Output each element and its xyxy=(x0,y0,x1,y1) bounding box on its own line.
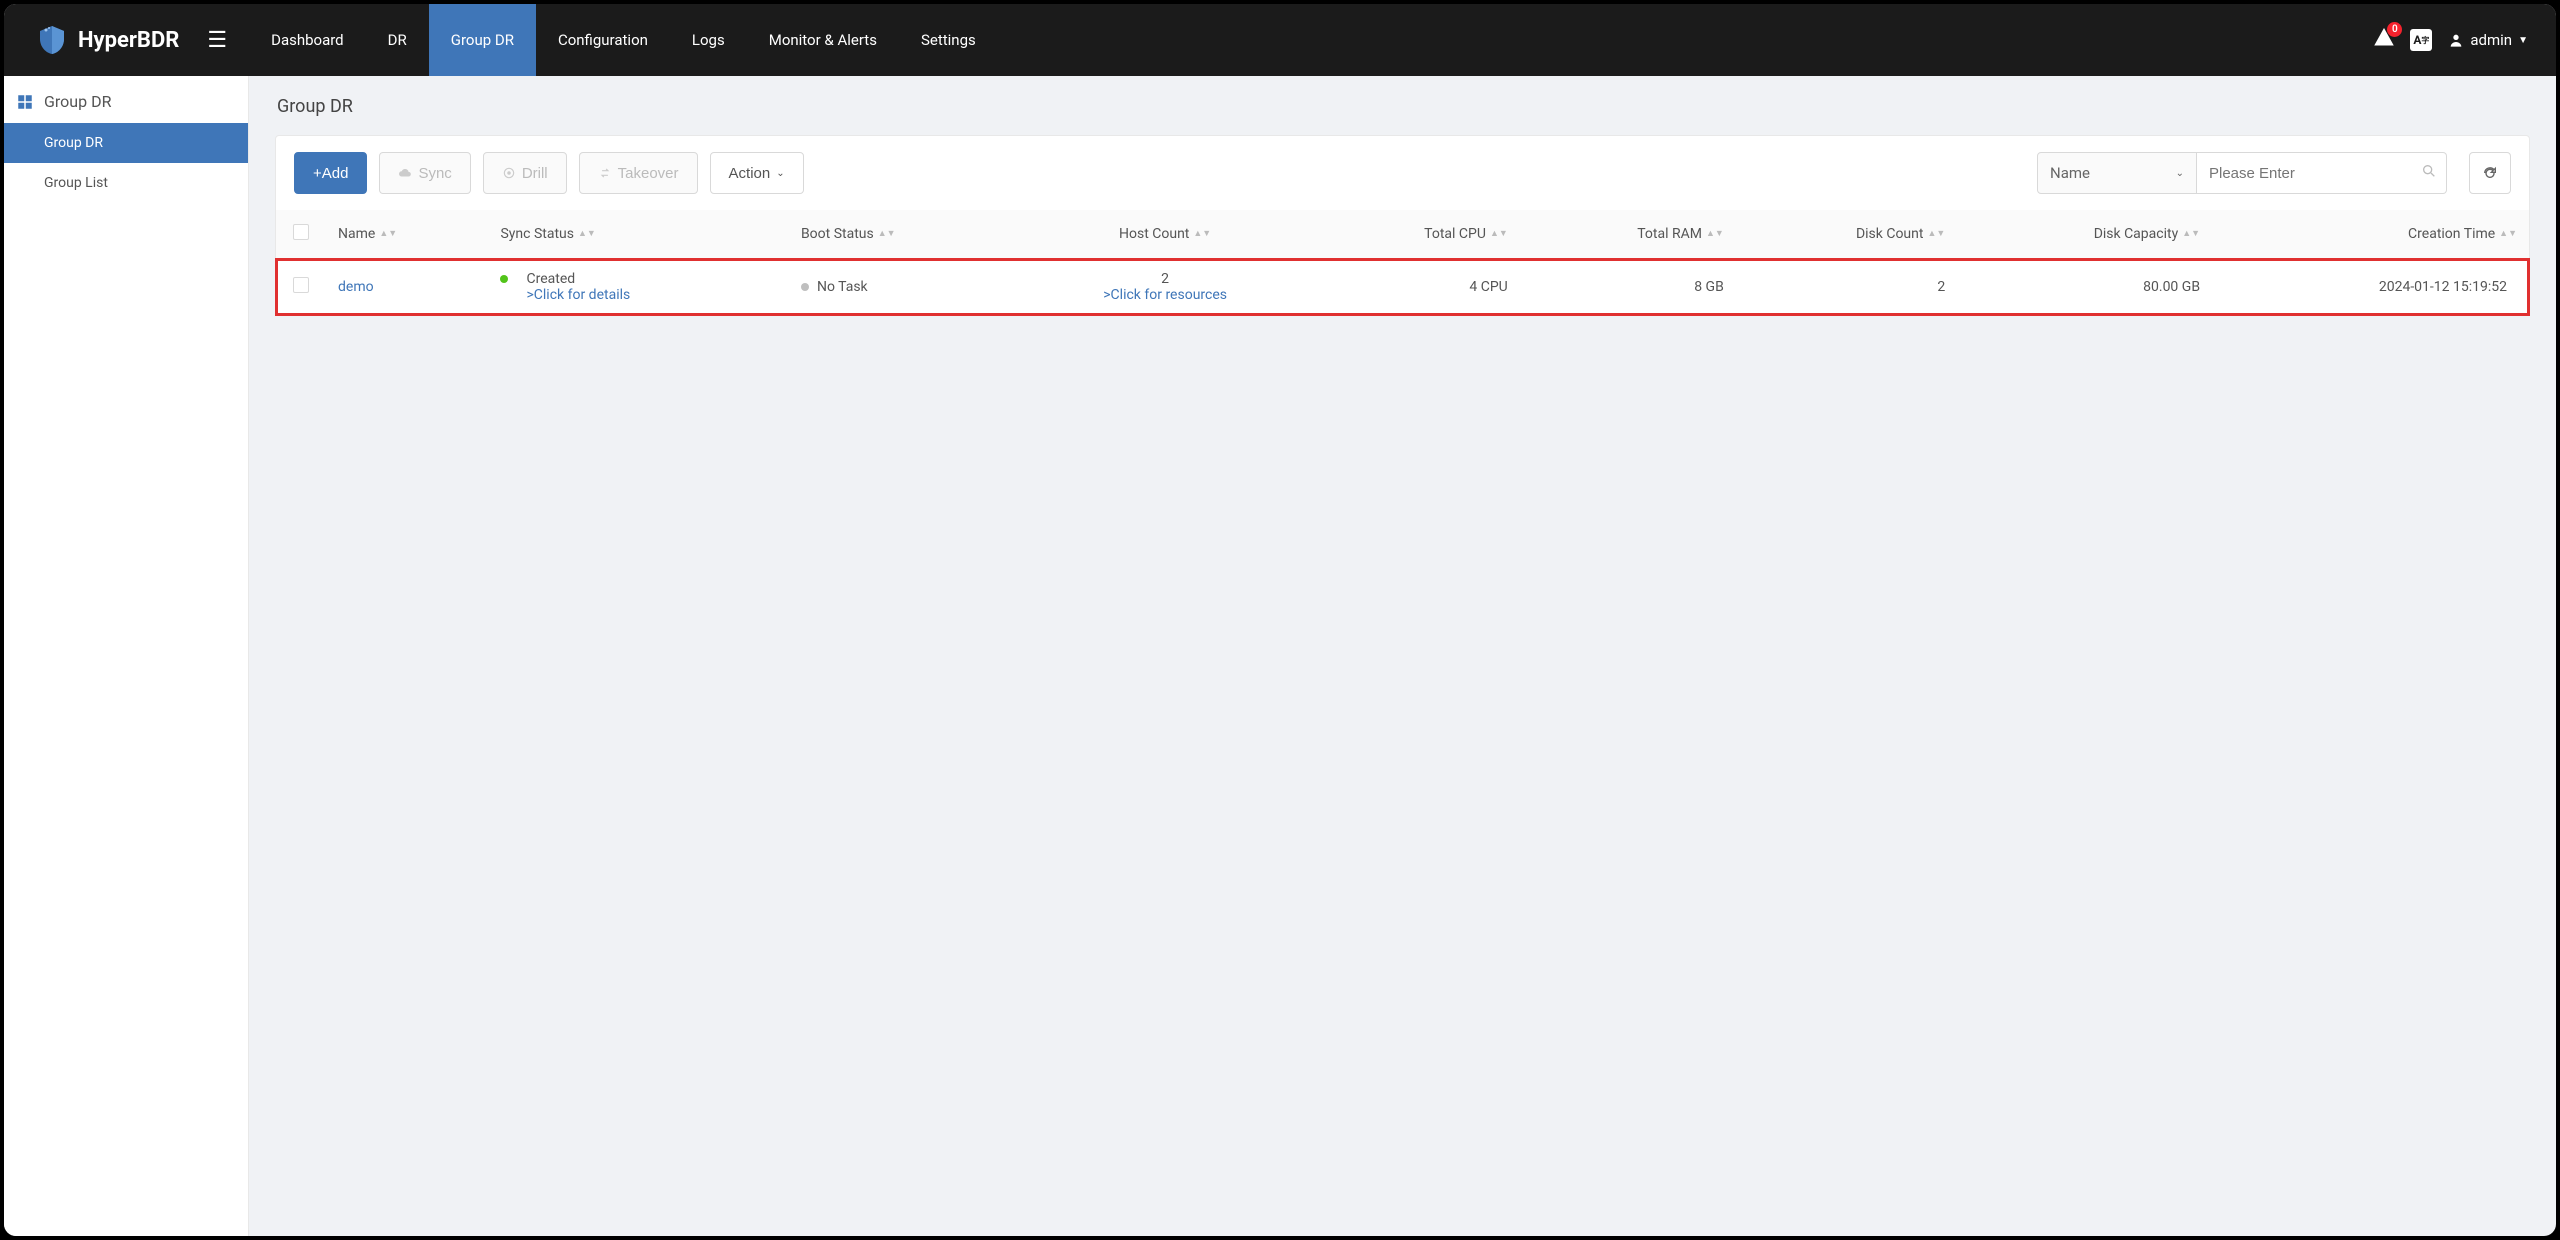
boot-status-text: No Task xyxy=(817,279,868,295)
nav-right: 0 A字 admin ▼ xyxy=(2374,28,2556,52)
refresh-icon xyxy=(2482,165,2498,181)
action-label: Action xyxy=(729,165,771,182)
refresh-button[interactable] xyxy=(2469,152,2511,194)
col-total-ram[interactable]: Total RAM▲▼ xyxy=(1520,210,1736,259)
nav-group-dr[interactable]: Group DR xyxy=(429,4,536,76)
chevron-down-icon: ▼ xyxy=(2518,35,2528,46)
chevron-down-icon: ⌄ xyxy=(2176,168,2184,179)
col-total-cpu[interactable]: Total CPU▲▼ xyxy=(1310,210,1520,259)
col-name[interactable]: Name▲▼ xyxy=(326,210,488,259)
add-button[interactable]: +Add xyxy=(294,152,367,194)
alerts-button[interactable]: 0 xyxy=(2374,28,2394,52)
sync-status-cell: Created >Click for details xyxy=(500,271,776,303)
search-input[interactable] xyxy=(2197,152,2447,194)
sidebar-heading: Group DR xyxy=(4,76,248,123)
sidebar-item-group-dr[interactable]: Group DR xyxy=(4,123,248,163)
status-dot-icon xyxy=(500,275,508,283)
sort-icon: ▲▼ xyxy=(1193,232,1211,237)
col-boot-status[interactable]: Boot Status▲▼ xyxy=(789,210,1021,259)
creation-time-value: 2024-01-12 15:19:52 xyxy=(2212,259,2529,316)
hamburger-icon[interactable]: ☰ xyxy=(207,28,227,53)
user-menu[interactable]: admin ▼ xyxy=(2448,31,2528,49)
nav-monitor-alerts[interactable]: Monitor & Alerts xyxy=(747,4,899,76)
search-group: Name ⌄ xyxy=(2037,152,2447,194)
sync-button[interactable]: Sync xyxy=(379,152,470,194)
table-row[interactable]: demo Created >Click for details xyxy=(276,259,2529,316)
disk-capacity-value: 80.00 GB xyxy=(1957,259,2212,316)
col-disk-count[interactable]: Disk Count▲▼ xyxy=(1736,210,1958,259)
sidebar-heading-label: Group DR xyxy=(44,92,111,111)
brand-name: HyperBDR xyxy=(78,28,179,53)
select-all-checkbox[interactable] xyxy=(293,224,309,240)
nav-configuration[interactable]: Configuration xyxy=(536,4,670,76)
toolbar: +Add Sync Drill Takeover Action xyxy=(276,136,2529,210)
col-host-count[interactable]: Host Count▲▼ xyxy=(1021,210,1310,259)
sync-status-text: Created xyxy=(526,271,630,287)
col-sync-status[interactable]: Sync Status▲▼ xyxy=(488,210,788,259)
nav-logs[interactable]: Logs xyxy=(670,4,747,76)
sort-icon: ▲▼ xyxy=(878,232,896,237)
sort-icon: ▲▼ xyxy=(578,232,596,237)
sort-icon: ▲▼ xyxy=(379,232,397,237)
col-creation-time[interactable]: Creation Time▲▼ xyxy=(2212,210,2529,259)
total-ram-value: 8 GB xyxy=(1520,259,1736,316)
nav-dashboard[interactable]: Dashboard xyxy=(249,4,366,76)
status-dot-icon xyxy=(801,283,809,291)
sort-icon: ▲▼ xyxy=(1706,232,1724,237)
page-title: Group DR xyxy=(275,76,2530,135)
sort-icon: ▲▼ xyxy=(2182,232,2200,237)
host-resources-link[interactable]: >Click for resources xyxy=(1103,287,1227,303)
sync-details-link[interactable]: >Click for details xyxy=(526,287,630,303)
row-checkbox[interactable] xyxy=(293,277,309,293)
brand-logo-icon xyxy=(36,24,68,56)
drill-button[interactable]: Drill xyxy=(483,152,567,194)
drill-label: Drill xyxy=(522,165,548,182)
takeover-button[interactable]: Takeover xyxy=(579,152,698,194)
user-icon xyxy=(2448,32,2464,48)
nav-dr[interactable]: DR xyxy=(366,4,429,76)
language-toggle[interactable]: A字 xyxy=(2410,29,2432,51)
sort-icon: ▲▼ xyxy=(1490,232,1508,237)
brand: HyperBDR xyxy=(4,24,179,56)
chevron-down-icon: ⌄ xyxy=(776,168,784,179)
swap-icon xyxy=(598,166,612,180)
sidebar: Group DR Group DR Group List xyxy=(4,76,249,1236)
grid-icon xyxy=(16,93,34,111)
alert-badge: 0 xyxy=(2387,22,2402,37)
disk-count-value: 2 xyxy=(1736,259,1958,316)
sidebar-item-group-list[interactable]: Group List xyxy=(4,163,248,203)
sync-label: Sync xyxy=(418,165,451,182)
nav-items: Dashboard DR Group DR Configuration Logs… xyxy=(249,4,998,76)
search-icon xyxy=(2421,163,2437,183)
group-table: Name▲▼ Sync Status▲▼ Boot Status▲▼ Host … xyxy=(276,210,2529,315)
cloud-icon xyxy=(398,166,412,180)
col-disk-capacity[interactable]: Disk Capacity▲▼ xyxy=(1957,210,2212,259)
content: Group DR +Add Sync Drill Takeover xyxy=(249,76,2556,1236)
user-name: admin xyxy=(2470,31,2512,49)
sort-icon: ▲▼ xyxy=(2499,232,2517,237)
action-dropdown[interactable]: Action ⌄ xyxy=(710,152,804,194)
filter-field-select[interactable]: Name ⌄ xyxy=(2037,152,2197,194)
filter-field-value: Name xyxy=(2050,164,2090,182)
takeover-label: Takeover xyxy=(618,165,679,182)
target-icon xyxy=(502,166,516,180)
top-nav: HyperBDR ☰ Dashboard DR Group DR Configu… xyxy=(4,4,2556,76)
sort-icon: ▲▼ xyxy=(1927,232,1945,237)
nav-settings[interactable]: Settings xyxy=(899,4,998,76)
row-name-link[interactable]: demo xyxy=(338,279,374,295)
host-count-value: 2 xyxy=(1033,271,1298,287)
total-cpu-value: 4 CPU xyxy=(1310,259,1520,316)
panel: +Add Sync Drill Takeover Action xyxy=(275,135,2530,316)
